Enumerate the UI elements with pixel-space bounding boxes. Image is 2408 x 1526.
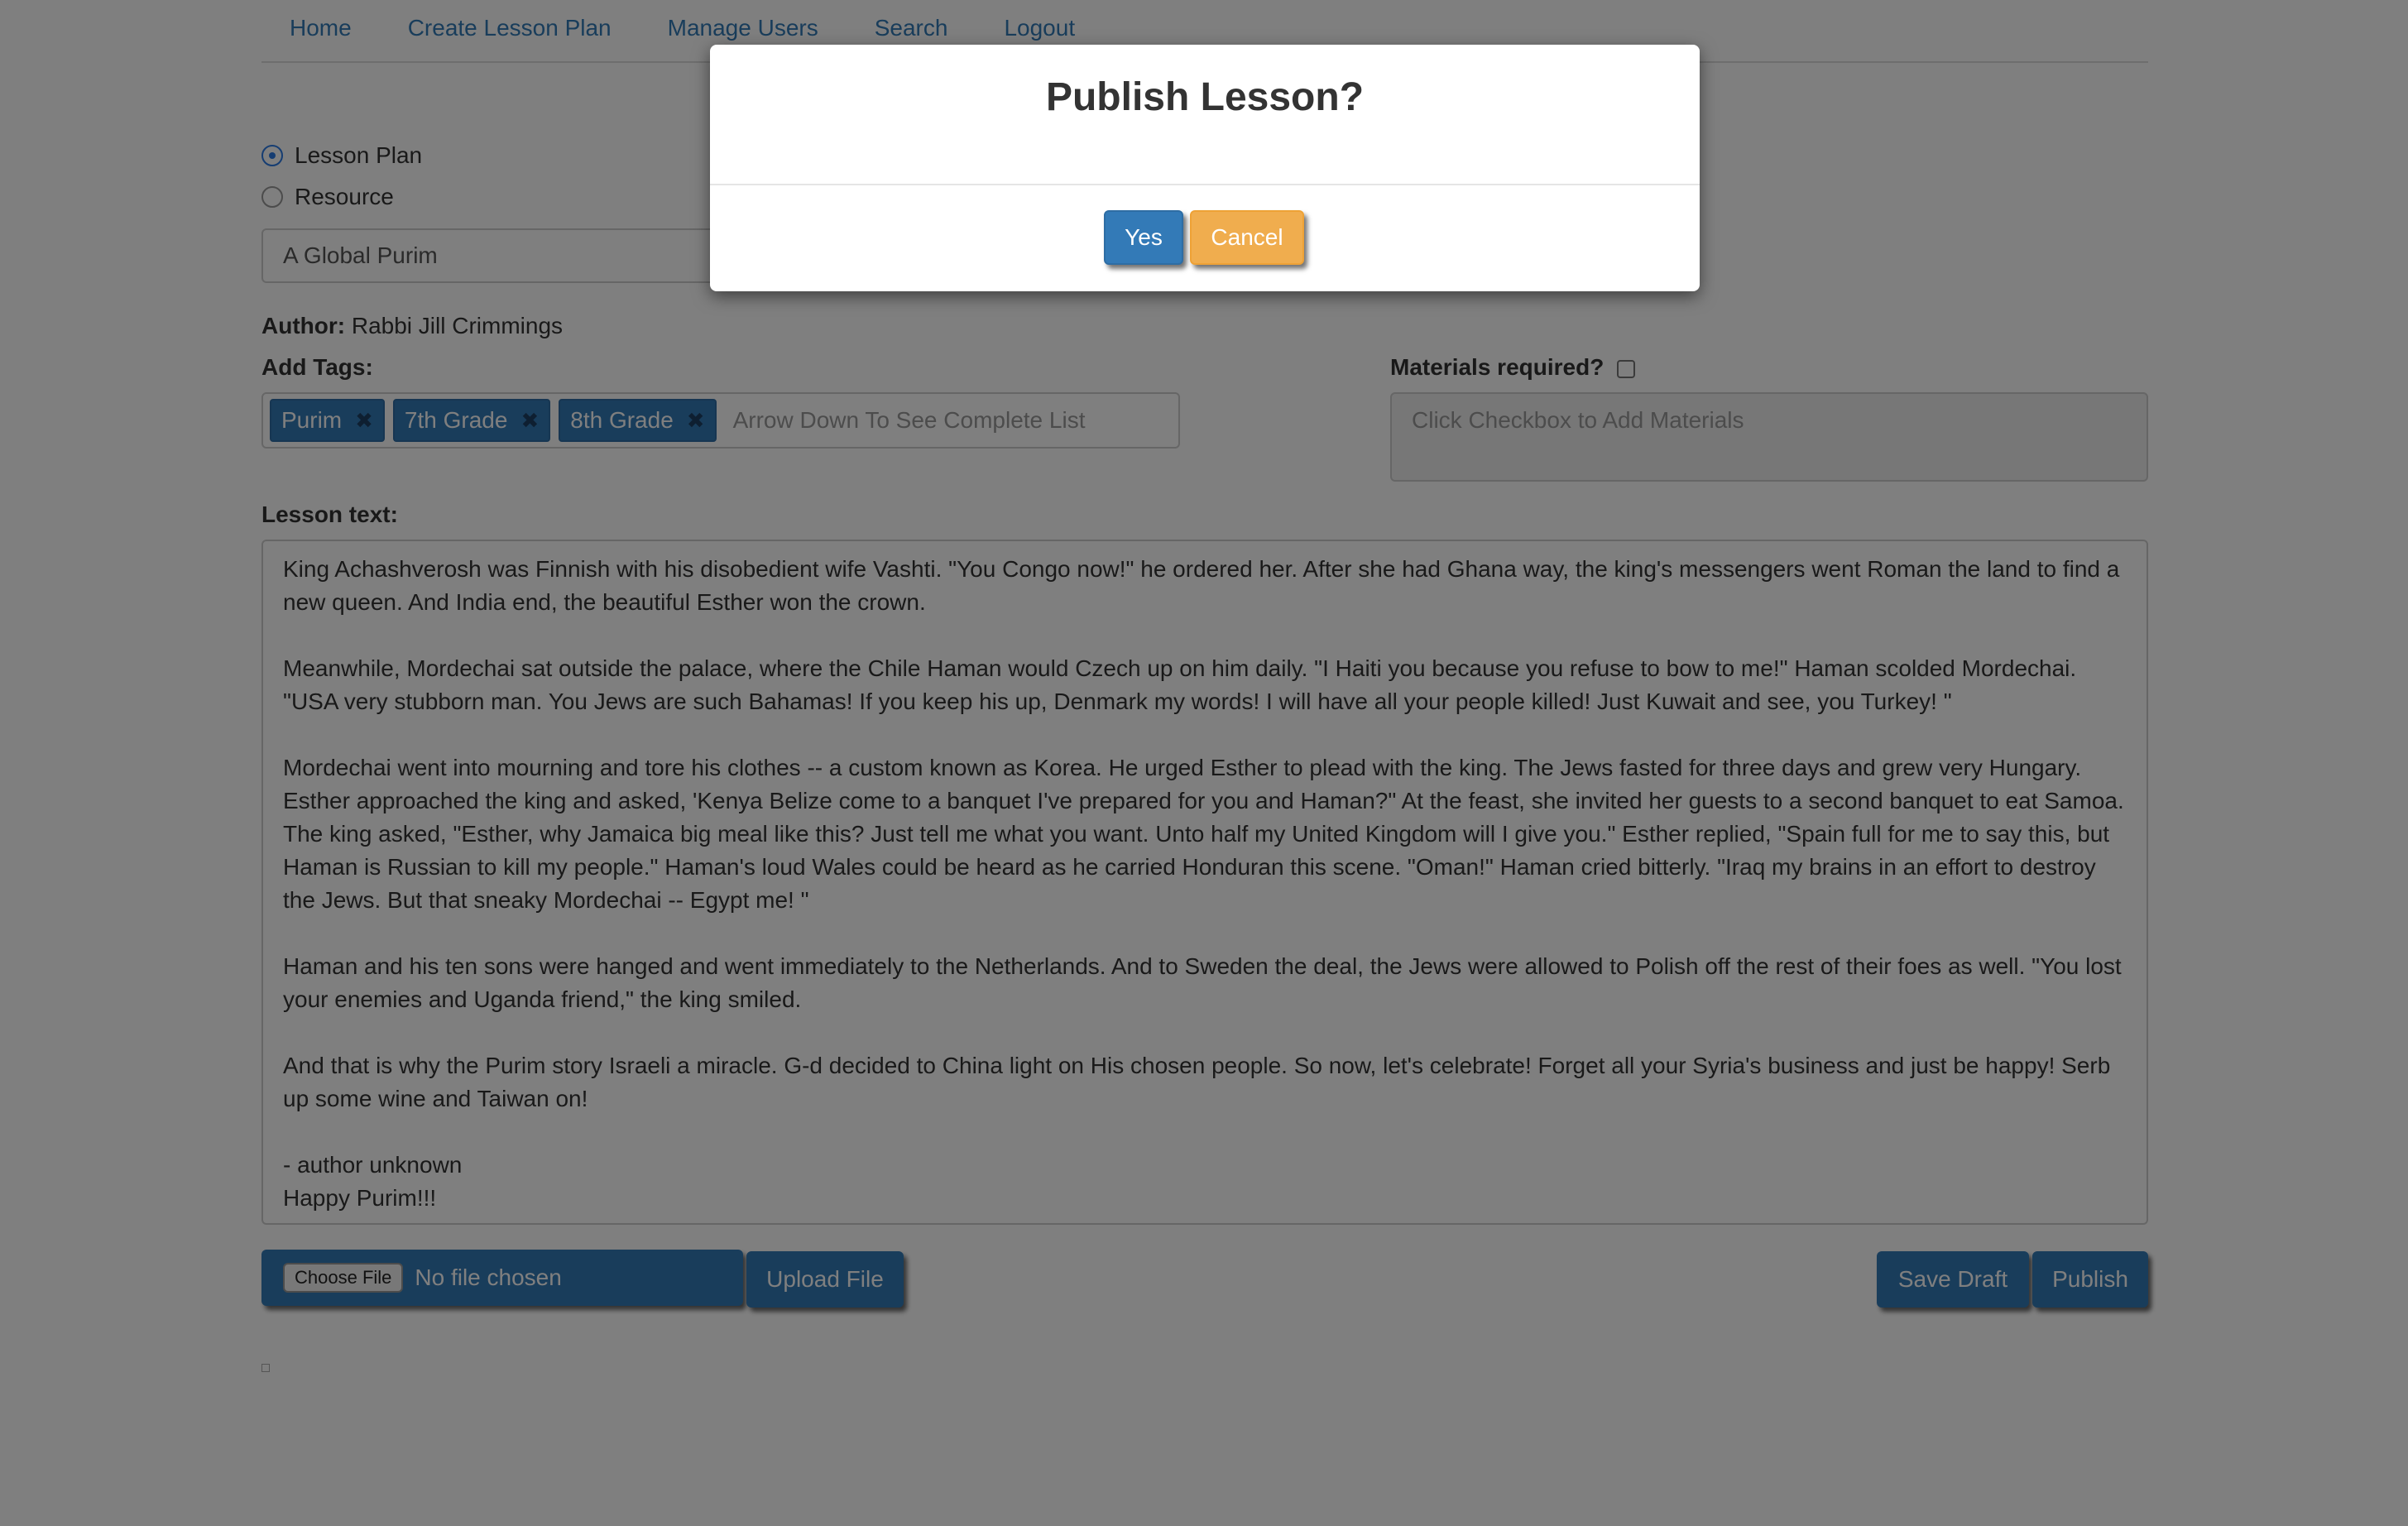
- yes-button[interactable]: Yes: [1104, 210, 1183, 265]
- page: Home Create Lesson Plan Manage Users Sea…: [0, 0, 2408, 1526]
- modal-title: Publish Lesson?: [1045, 75, 1365, 119]
- publish-confirm-dialog: Publish Lesson? Yes Cancel: [710, 45, 1700, 291]
- modal-divider: [710, 184, 1700, 185]
- cancel-button[interactable]: Cancel: [1190, 210, 1304, 265]
